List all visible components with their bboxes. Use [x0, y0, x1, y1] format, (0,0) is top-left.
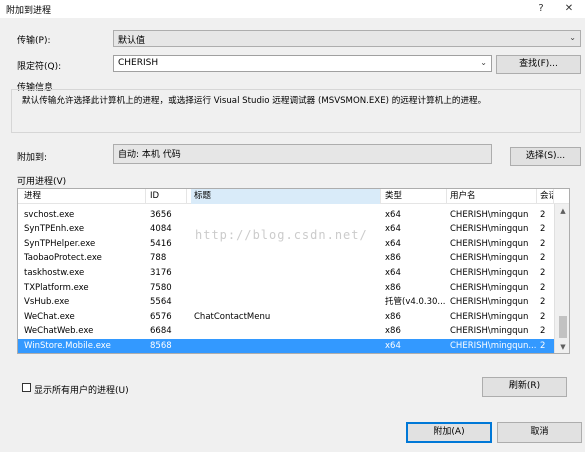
process-list[interactable]: 进程 ID 标题 类型 用户名 会话 svchost.exe 3656 x64 CHE… [17, 188, 570, 354]
cell-name: WeChatWeb.exe [24, 326, 94, 337]
scroll-up-icon[interactable]: ▲ [555, 204, 569, 218]
chevron-down-icon: ⌄ [569, 33, 576, 42]
refresh-button[interactable]: 刷新(R) [482, 377, 567, 397]
cell-id: 6576 [150, 311, 172, 322]
cell-type: x64 [385, 209, 401, 220]
cell-session: 2 [540, 238, 546, 249]
transport-label: 传输(P): [17, 36, 51, 46]
help-icon[interactable]: ? [530, 1, 552, 16]
cell-id: 8568 [150, 340, 172, 351]
table-row[interactable]: SynTPEnh.exe 4084 x64 CHERISH\mingqun 2 [18, 222, 554, 237]
cell-type: x86 [385, 253, 401, 264]
table-row[interactable]: SynTPHelper.exe 5416 x64 CHERISH\mingqun 2 [18, 237, 554, 252]
column-header-user[interactable]: 用户名 [447, 189, 537, 204]
cell-name: svchost.exe [24, 209, 75, 220]
column-header-type[interactable]: 类型 [382, 189, 447, 204]
show-all-users-checkbox[interactable] [22, 383, 31, 392]
cell-id: 4084 [150, 224, 172, 235]
column-header-session[interactable]: 会话 [537, 189, 554, 204]
table-row[interactable]: taskhostw.exe 3176 x64 CHERISH\mingqun 2 [18, 266, 554, 281]
cell-session: 2 [540, 253, 546, 264]
cell-session: 2 [540, 340, 546, 351]
cell-session: 2 [540, 311, 546, 322]
cell-user: CHERISH\mingqun [450, 238, 529, 249]
table-row[interactable]: WinStore.Mobile.exe 8568 x64 CHERISH\mingqu… [18, 338, 554, 353]
table-row[interactable]: WeChatWeb.exe 6684 x86 CHERISH\mingqun 2 [18, 324, 554, 339]
find-button[interactable]: 查找(F)... [496, 55, 581, 74]
cell-type: x64 [385, 340, 401, 351]
cell-session: 2 [540, 326, 546, 337]
available-processes-label: 可用进程(V) [17, 177, 67, 187]
qualifier-label: 限定符(Q): [17, 62, 62, 72]
cell-id: 5564 [150, 297, 172, 308]
cell-type: x86 [385, 311, 401, 322]
column-header-title[interactable]: 标题 [191, 189, 381, 204]
cell-user: CHERISH\mingqun [450, 253, 529, 264]
cell-user: CHERISH\mingqun [450, 224, 529, 235]
cell-name: WinStore.Mobile.exe [24, 340, 111, 351]
cell-user: CHERISH\mingqun [450, 297, 529, 308]
cell-name: TXPlatform.exe [24, 282, 89, 293]
title-bar: 附加到进程 ? ✕ [0, 0, 585, 18]
qualifier-input[interactable]: CHERISH ⌄ [113, 55, 492, 72]
table-row[interactable]: TXPlatform.exe 7580 x86 CHERISH\mingqun 2 [18, 281, 554, 296]
cell-name: VsHub.exe [24, 297, 70, 308]
cell-type: x86 [385, 326, 401, 337]
attach-button[interactable]: 附加(A) [406, 422, 492, 443]
cell-type: x86 [385, 282, 401, 293]
column-header-id[interactable]: ID [147, 189, 187, 204]
cell-id: 3656 [150, 209, 172, 220]
cell-user: CHERISH\mingqun [450, 311, 529, 322]
scroll-thumb[interactable] [559, 316, 567, 338]
close-icon[interactable]: ✕ [558, 1, 580, 16]
window-title: 附加到进程 [6, 6, 52, 16]
table-row[interactable]: svchost.exe 3656 x64 CHERISH\mingqun 2 [18, 208, 554, 223]
cell-user: CHERISH\mingqun [450, 209, 529, 220]
cell-name: taskhostw.exe [24, 267, 85, 278]
cell-user: CHERISH\mingqun [450, 282, 529, 293]
cell-name: SynTPHelper.exe [24, 238, 96, 249]
cell-title: ChatContactMenu [194, 311, 271, 322]
cell-type: 托管(v4.0.30... [385, 297, 446, 308]
cell-session: 2 [540, 282, 546, 293]
cell-user: CHERISH\mingqun... [450, 340, 537, 351]
table-row[interactable]: WeChat.exe 6576 ChatContactMenu x86 CHERISH\… [18, 310, 554, 325]
scroll-down-icon[interactable]: ▼ [555, 340, 569, 353]
cell-id: 6684 [150, 326, 172, 337]
cell-id: 7580 [150, 282, 172, 293]
table-row[interactable]: VsHub.exe 5564 托管(v4.0.30... CHERISH\mingqu… [18, 295, 554, 310]
cell-id: 3176 [150, 267, 172, 278]
select-button[interactable]: 选择(S)... [510, 147, 581, 166]
table-row[interactable]: TaobaoProtect.exe 788 x86 CHERISH\mingqun 2 [18, 251, 554, 266]
cell-name: WeChat.exe [24, 311, 75, 322]
attach-to-field: 自动: 本机 代码 [113, 144, 492, 164]
transport-select[interactable]: 默认值 ⌄ [113, 30, 581, 47]
cell-name: SynTPEnh.exe [24, 224, 85, 235]
cell-user: CHERISH\mingqun [450, 267, 529, 278]
cell-session: 2 [540, 267, 546, 278]
transport-value: 默认值 [118, 36, 146, 46]
transport-info-text: 默认传输允许选择此计算机上的进程，或选择运行 Visual Studio 远程调… [22, 96, 487, 106]
attach-to-label: 附加到: [17, 153, 48, 163]
vertical-scrollbar[interactable]: ▲ ▼ [554, 204, 569, 353]
cell-type: x64 [385, 267, 401, 278]
show-all-users-label[interactable]: 显示所有用户的进程(U) [34, 383, 129, 396]
attach-to-value: 自动: 本机 代码 [118, 150, 181, 160]
column-header-process[interactable]: 进程 [21, 189, 146, 204]
cancel-button[interactable]: 取消 [497, 422, 582, 443]
cell-type: x64 [385, 238, 401, 249]
cell-session: 2 [540, 224, 546, 235]
cell-id: 5416 [150, 238, 172, 249]
cell-name: TaobaoProtect.exe [24, 253, 102, 264]
cell-type: x64 [385, 224, 401, 235]
qualifier-value: CHERISH [118, 58, 159, 68]
chevron-down-icon: ⌄ [480, 58, 487, 67]
cell-session: 2 [540, 209, 546, 220]
cell-user: CHERISH\mingqun [450, 326, 529, 337]
cell-id: 788 [150, 253, 167, 264]
cell-session: 2 [540, 297, 546, 308]
process-list-header: 进程 ID 标题 类型 用户名 会话 [18, 189, 569, 204]
